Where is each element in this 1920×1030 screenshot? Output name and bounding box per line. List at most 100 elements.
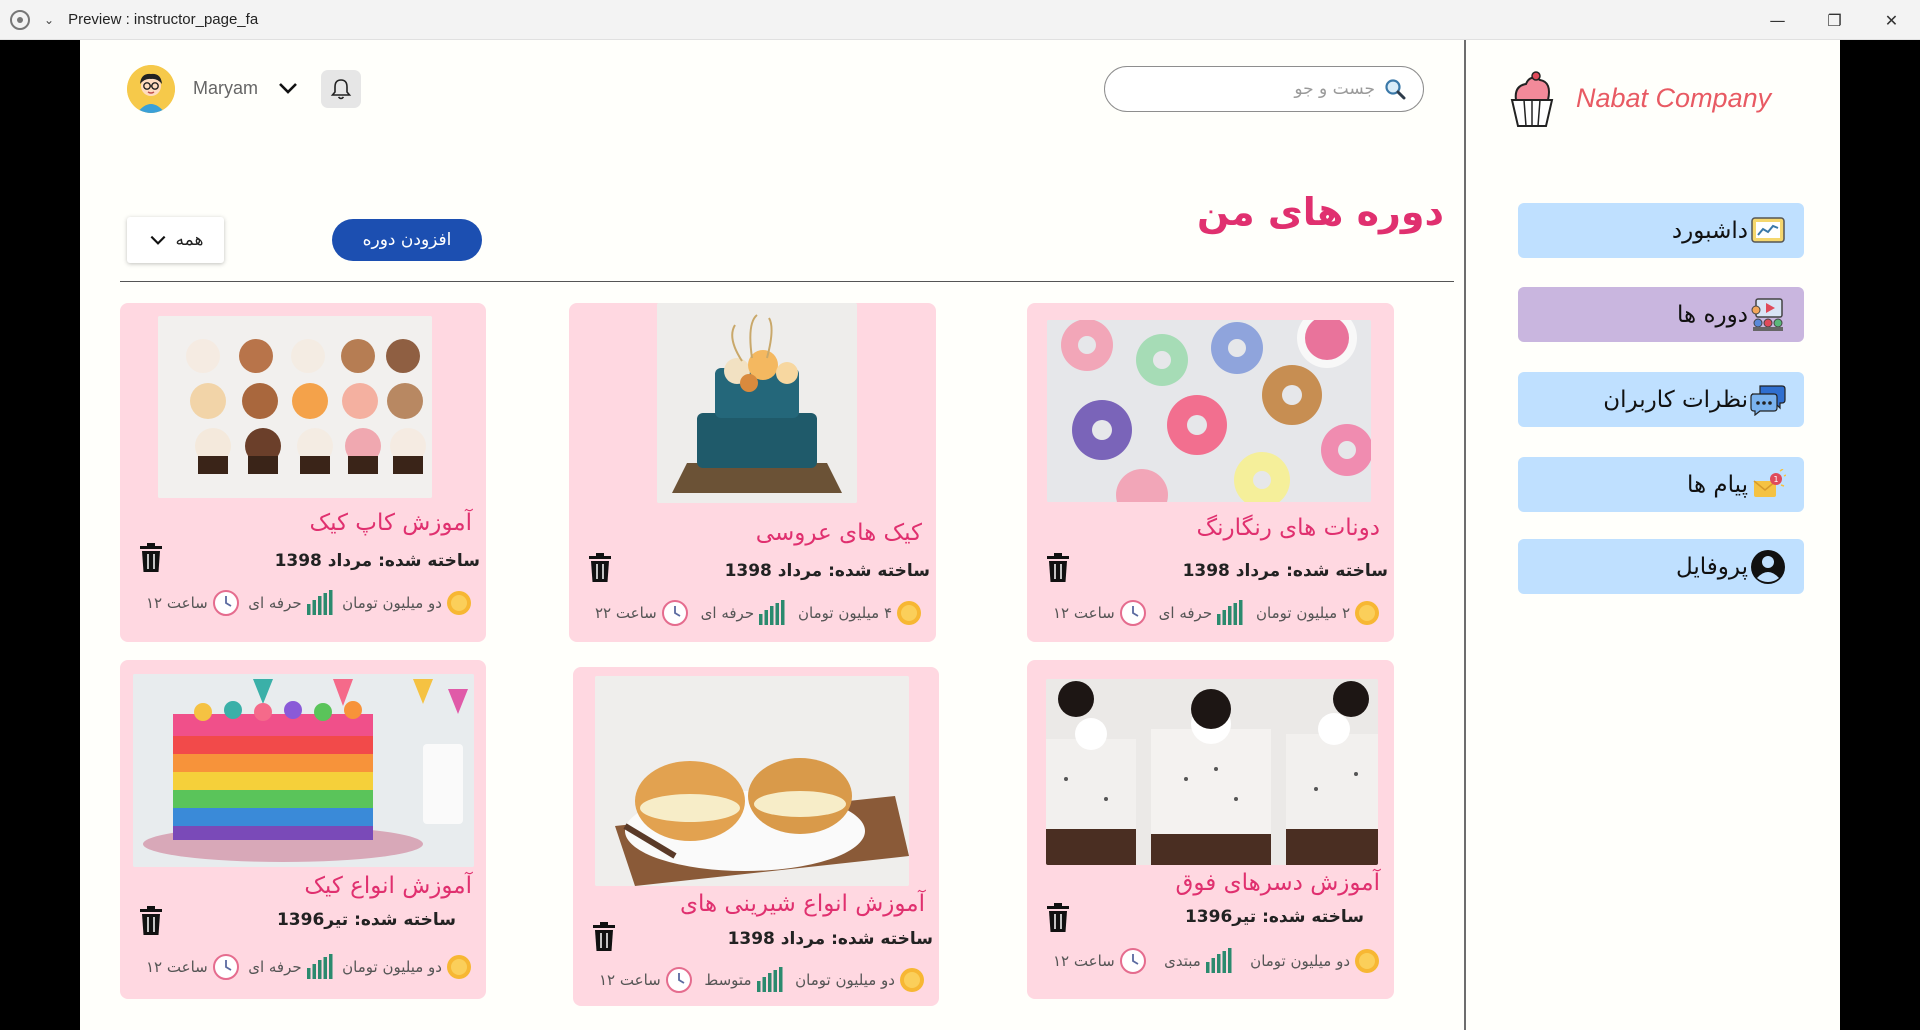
search-icon[interactable] — [1383, 77, 1407, 101]
course-image-wedding-cake[interactable] — [657, 303, 857, 503]
clock-icon — [661, 600, 688, 626]
course-card[interactable]: آموزش انواع کیک ساخته شده: تیر1396 ساعت … — [120, 660, 486, 999]
app-record-icon — [10, 9, 30, 30]
sidebar-item-comments[interactable]: نظرات کاربران — [1518, 372, 1804, 427]
course-date: ساخته شده: مرداد 1398 — [1182, 561, 1388, 581]
coin-icon — [1355, 949, 1379, 973]
course-title: آموزش انواع شیرینی های — [679, 891, 925, 917]
brand-name: Nabat Company — [1576, 82, 1772, 113]
courses-icon — [1750, 297, 1786, 333]
course-date: ساخته شده: مرداد 1398 — [274, 551, 480, 571]
course-duration: ساعت ۱۲ — [1053, 947, 1147, 975]
sidebar-item-label: پیام ها — [1686, 471, 1748, 498]
sidebar-item-label: پروفایل — [1675, 553, 1748, 580]
course-meta: ساعت ۱۲ مبتدی دو میلیون تومان — [1053, 946, 1380, 976]
sidebar-item-courses[interactable]: دوره ها — [1518, 287, 1804, 342]
trash-icon[interactable] — [1045, 903, 1071, 933]
course-image-donuts[interactable] — [1047, 320, 1371, 502]
course-duration: ساعت ۱۲ — [146, 953, 240, 981]
course-duration: ساعت ۱۲ — [1053, 599, 1147, 627]
search-input[interactable] — [1121, 79, 1375, 99]
trash-icon[interactable] — [587, 553, 613, 583]
sidebar: Nabat Company داشبورد دوره ها نظرات کارب… — [1466, 40, 1840, 1030]
level-bars-icon — [756, 967, 782, 992]
brand[interactable]: Nabat Company — [1506, 68, 1771, 128]
profile-icon — [1750, 549, 1786, 585]
restore-button[interactable]: ❐ — [1806, 0, 1863, 40]
course-title: دونات های رنگارنگ — [1196, 515, 1380, 541]
cupcake-logo-icon — [1510, 71, 1554, 127]
trash-icon[interactable] — [1045, 553, 1071, 583]
course-level: متوسط — [704, 967, 783, 993]
course-level: مبتدی — [1164, 948, 1233, 974]
course-level: حرفه ای — [248, 954, 333, 980]
clock-icon — [1119, 948, 1146, 974]
user-menu-chevron-icon[interactable] — [276, 76, 300, 104]
course-image-oreo-desserts[interactable] — [1046, 679, 1378, 865]
header-divider — [120, 281, 1454, 282]
svg-text:1: 1 — [1773, 475, 1778, 484]
course-meta: ساعت ۱۲ حرفه ای ۲ میلیون تومان — [1053, 598, 1380, 628]
dashboard-chart-icon — [1750, 213, 1786, 249]
course-date: ساخته شده: مرداد 1398 — [724, 561, 930, 581]
filter-selected-value: همه — [175, 230, 204, 250]
course-price: ۲ میلیون تومان — [1256, 600, 1380, 626]
close-button[interactable]: ✕ — [1863, 0, 1920, 40]
app-window: Maryam دوره های من افزودن دوره همه — [80, 40, 1840, 1030]
course-card[interactable]: آموزش انواع شیرینی های ساخته شده: مرداد … — [573, 667, 939, 1006]
course-price: دو میلیون تومان — [342, 954, 472, 980]
trash-icon[interactable] — [138, 543, 164, 573]
coin-icon — [446, 955, 471, 979]
notifications-button[interactable] — [321, 70, 361, 108]
page-title: دوره های من — [1196, 190, 1444, 234]
sidebar-item-profile[interactable]: پروفایل — [1518, 539, 1804, 594]
course-image-rainbow-cake[interactable] — [133, 674, 474, 867]
coin-icon — [1355, 601, 1379, 625]
trash-icon[interactable] — [138, 906, 164, 936]
search-box[interactable] — [1104, 66, 1424, 112]
user-avatar[interactable] — [127, 65, 175, 113]
window-menu-chevron-icon[interactable]: ⌄ — [44, 13, 54, 27]
sidebar-item-label: دوره ها — [1677, 301, 1748, 328]
course-card[interactable]: آموزش دسرهای فوق ساخته شده: تیر1396 ساعت… — [1027, 660, 1394, 999]
bell-icon — [330, 79, 352, 100]
course-meta: ساعت ۱۲ حرفه ای دو میلیون تومان — [146, 952, 472, 982]
course-title: آموزش انواع کیک — [304, 873, 472, 899]
clock-icon — [1119, 600, 1146, 626]
course-level: حرفه ای — [1159, 600, 1244, 626]
course-meta: ساعت ۱۲ حرفه ای دو میلیون تومان — [146, 588, 472, 618]
trash-icon[interactable] — [591, 922, 617, 952]
messages-icon: 1 — [1750, 467, 1786, 503]
sidebar-item-label: نظرات کاربران — [1603, 386, 1748, 413]
course-card[interactable]: دونات های رنگارنگ ساخته شده: مرداد 1398 … — [1027, 303, 1394, 642]
course-level: حرفه ای — [248, 590, 333, 616]
level-bars-icon — [1205, 948, 1232, 973]
sidebar-item-label: داشبورد — [1671, 217, 1748, 244]
course-level: حرفه ای — [701, 600, 786, 626]
course-price: دو میلیون تومان — [795, 967, 925, 993]
course-card[interactable]: آموزش کاپ کیک ساخته شده: مرداد 1398 ساعت… — [120, 303, 486, 642]
comments-icon — [1750, 382, 1786, 418]
level-bars-icon — [759, 600, 785, 625]
filter-dropdown[interactable]: همه — [127, 217, 224, 263]
course-price: ۴ میلیون تومان — [798, 600, 922, 626]
clock-icon — [665, 967, 692, 993]
course-image-cupcakes[interactable] — [158, 316, 432, 498]
avatar-illustration-icon — [127, 65, 175, 113]
window-titlebar: ⌄ Preview : instructor_page_fa — ❐ ✕ — [0, 0, 1920, 40]
clock-icon — [212, 590, 239, 616]
course-meta: ساعت ۲۲ حرفه ای ۴ میلیون تومان — [595, 598, 922, 628]
course-title: کیک های عروسی — [755, 520, 922, 546]
add-course-button[interactable]: افزودن دوره — [332, 219, 482, 261]
chevron-down-icon — [150, 235, 165, 245]
sidebar-item-messages[interactable]: پیام ها 1 — [1518, 457, 1804, 512]
minimize-button[interactable]: — — [1749, 0, 1806, 40]
user-name: Maryam — [193, 78, 259, 98]
clock-icon — [212, 954, 239, 980]
coin-icon — [897, 601, 921, 625]
sidebar-item-dashboard[interactable]: داشبورد — [1518, 203, 1804, 258]
course-image-cream-puffs[interactable] — [595, 676, 909, 886]
course-date: ساخته شده: تیر1396 — [1184, 907, 1364, 927]
level-bars-icon — [306, 590, 333, 615]
course-card[interactable]: کیک های عروسی ساخته شده: مرداد 1398 ساعت… — [569, 303, 936, 642]
